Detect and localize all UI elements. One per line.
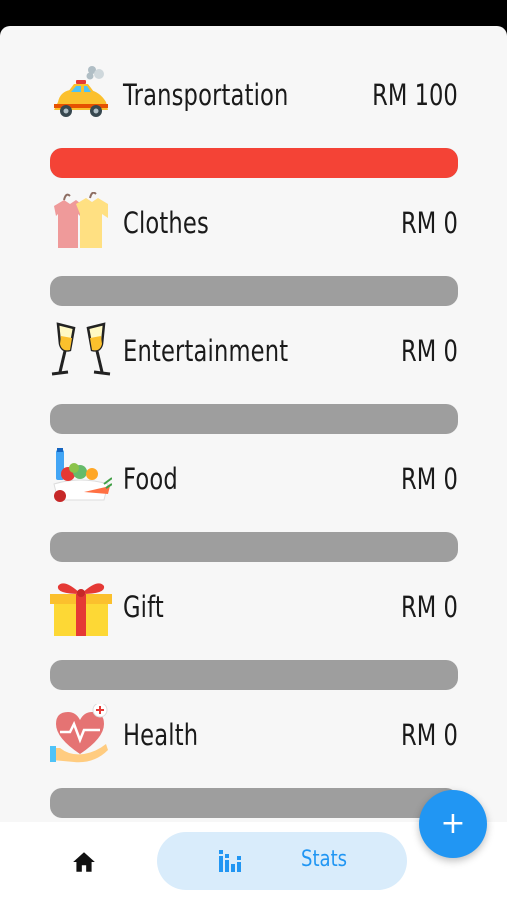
category-row-gift[interactable]: Gift RM 0 <box>0 576 507 704</box>
category-amount: RM 100 <box>372 78 458 112</box>
category-name: Clothes <box>123 206 209 240</box>
category-name: Gift <box>123 590 164 624</box>
category-amount: RM 0 <box>401 206 458 240</box>
category-name: Entertainment <box>123 334 289 368</box>
app-screen: Transportation RM 100 Clothes RM 0 Enter… <box>0 26 507 900</box>
car-icon <box>50 64 112 126</box>
category-name: Food <box>123 462 178 496</box>
budget-progress-bar <box>50 276 458 306</box>
clothes-icon <box>50 192 112 254</box>
category-name: Health <box>123 718 199 752</box>
category-amount: RM 0 <box>401 718 458 752</box>
budget-progress-bar <box>50 788 458 818</box>
category-amount: RM 0 <box>401 590 458 624</box>
home-icon <box>73 852 95 872</box>
bar-chart-icon <box>219 850 241 872</box>
category-row-entertainment[interactable]: Entertainment RM 0 <box>0 320 507 448</box>
category-amount: RM 0 <box>401 334 458 368</box>
home-nav-button[interactable] <box>66 844 102 880</box>
budget-progress-bar <box>50 660 458 690</box>
budget-progress-bar <box>50 404 458 434</box>
category-row-food[interactable]: Food RM 0 <box>0 448 507 576</box>
budget-progress-fill <box>50 148 458 178</box>
status-bar <box>0 0 507 26</box>
category-name: Transportation <box>123 78 289 112</box>
category-amount: RM 0 <box>401 462 458 496</box>
category-row-clothes[interactable]: Clothes RM 0 <box>0 192 507 320</box>
budget-progress-bar <box>50 148 458 178</box>
champagne-icon <box>50 320 112 382</box>
budget-progress-bar <box>50 532 458 562</box>
food-icon <box>50 448 112 510</box>
gift-icon <box>50 576 112 638</box>
category-row-transportation[interactable]: Transportation RM 100 <box>0 64 507 192</box>
stats-nav-button[interactable]: Stats <box>157 832 407 890</box>
add-transaction-button[interactable]: + <box>419 790 487 858</box>
stats-label: Stats <box>301 847 348 872</box>
health-heart-icon <box>50 704 112 766</box>
plus-icon: + <box>440 806 466 841</box>
